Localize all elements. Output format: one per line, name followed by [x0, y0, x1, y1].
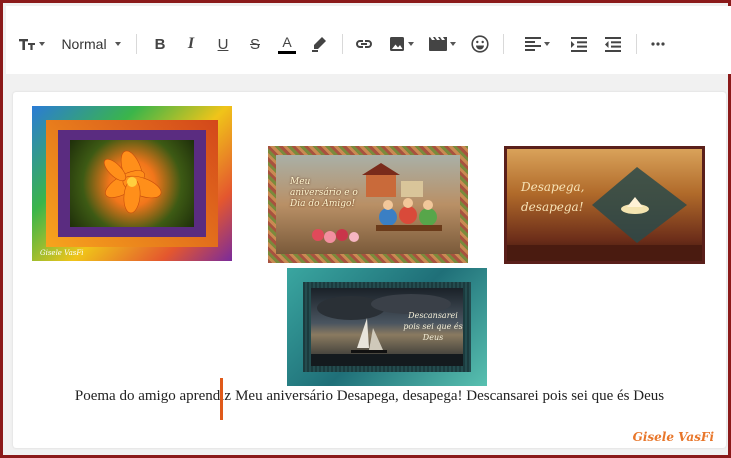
- italic-icon: I: [187, 35, 195, 52]
- bold-icon: B: [154, 35, 166, 53]
- signature: Gisele VasFi: [632, 430, 714, 444]
- flower-frame-image[interactable]: Gisele VasFi: [32, 106, 232, 261]
- editor-content[interactable]: Gisele VasFi Meu aniversário e o Dia do …: [13, 92, 726, 448]
- bold-button[interactable]: B: [149, 32, 171, 56]
- chevron-down-icon: [114, 42, 121, 46]
- body-text[interactable]: Poema do amigo aprendiz Meu aniversário D…: [13, 388, 726, 405]
- text-cursor: [220, 378, 223, 420]
- strikethrough-icon: S: [249, 35, 260, 53]
- insert-video-button[interactable]: [426, 32, 458, 56]
- chevron-down-icon: [543, 42, 550, 46]
- link-button[interactable]: [352, 32, 376, 56]
- outdent-button[interactable]: [602, 32, 624, 56]
- heading-select[interactable]: Normal: [58, 32, 124, 56]
- align-left-icon: [524, 37, 541, 51]
- more-button[interactable]: [647, 32, 669, 56]
- window-frame: Normal B I U S A Gisele VasFi Meu aniver…: [0, 0, 731, 458]
- image-caption: Desapega, desapega!: [521, 180, 585, 214]
- underline-button[interactable]: U: [212, 32, 234, 56]
- emoji-button[interactable]: [468, 32, 492, 56]
- body-text-before-cursor: Poema do amigo aprendiz: [74, 388, 232, 404]
- underline-icon: U: [217, 35, 229, 53]
- descansarei-image[interactable]: Descansarei pois sei que és Deus: [287, 268, 487, 386]
- meu-aniversario-image[interactable]: Meu aniversário e o Dia do Amigo!: [268, 146, 468, 263]
- toolbar-divider: [342, 34, 343, 54]
- toolbar-divider: [136, 34, 137, 54]
- image-inner: Desapega, desapega!: [507, 149, 702, 261]
- link-icon: [355, 39, 373, 49]
- text-color-button[interactable]: A: [276, 32, 298, 56]
- chevron-down-icon: [449, 42, 456, 46]
- indent-icon: [571, 36, 587, 52]
- insert-image-button[interactable]: [386, 32, 416, 56]
- text-color-icon: A: [282, 33, 292, 50]
- more-icon: [651, 42, 665, 46]
- outdent-icon: [605, 36, 621, 52]
- image-icon: [389, 36, 405, 52]
- heading-select-value: Normal: [61, 36, 107, 52]
- italic-button[interactable]: I: [180, 32, 202, 56]
- image-watermark: Gisele VasFi: [40, 249, 84, 257]
- editor-toolbar: Normal B I U S A: [6, 6, 731, 74]
- chevron-down-icon: [407, 42, 414, 46]
- desapega-image[interactable]: Desapega, desapega!: [504, 146, 705, 264]
- image-caption: Descansarei pois sei que és Deus: [403, 311, 463, 342]
- image-caption: Meu aniversário e o Dia do Amigo!: [290, 177, 358, 209]
- toolbar-divider: [636, 34, 637, 54]
- image-inner: Meu aniversário e o Dia do Amigo!: [276, 155, 460, 254]
- align-button[interactable]: [520, 32, 554, 56]
- flower-photo: [70, 140, 194, 227]
- strikethrough-button[interactable]: S: [244, 32, 266, 56]
- text-color-swatch: [278, 50, 296, 54]
- font-size-button[interactable]: [16, 32, 46, 56]
- chevron-down-icon: [38, 42, 45, 46]
- emoji-icon: [471, 35, 489, 53]
- highlight-button[interactable]: [308, 32, 330, 56]
- indent-button[interactable]: [568, 32, 590, 56]
- video-icon: [428, 36, 447, 52]
- highlight-icon: [311, 36, 327, 52]
- toolbar-divider: [503, 34, 504, 54]
- storm-photo: Descansarei pois sei que és Deus: [311, 288, 463, 366]
- font-size-icon: [18, 37, 36, 51]
- body-text-after-cursor: Meu aniversário Desapega, desapega! Desc…: [235, 388, 665, 404]
